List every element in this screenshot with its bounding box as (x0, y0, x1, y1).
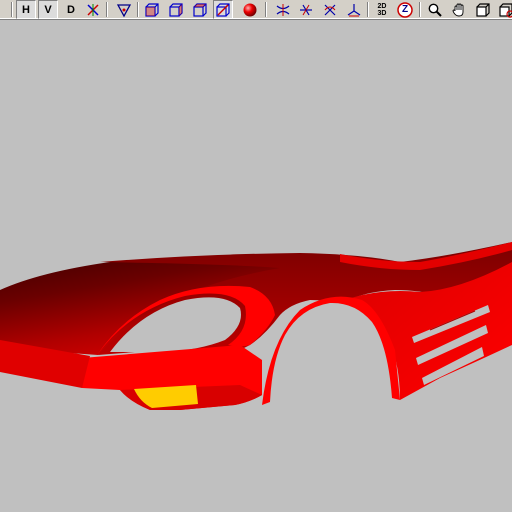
zoom-z-label: Z (401, 3, 409, 15)
zoom-button[interactable] (425, 0, 445, 19)
cube-top-icon (192, 2, 208, 18)
magnifier-icon (427, 2, 443, 18)
toolbar-separator (137, 2, 139, 17)
toolbar-separator (367, 2, 369, 17)
mode-3d-label: 3D (377, 9, 387, 17)
toolbar: H V D 2D 3D Z (0, 0, 512, 20)
3d-viewport[interactable] (0, 20, 512, 512)
zoom-extents-button[interactable]: Z (395, 0, 415, 19)
rotate-y-icon (298, 2, 314, 18)
hand-icon (451, 2, 467, 18)
render-shaded-button[interactable] (240, 0, 260, 19)
perspective-icon (116, 2, 132, 18)
shaded-sphere-icon (242, 2, 258, 18)
rotate-y-button[interactable] (296, 0, 316, 19)
rotate-free-button[interactable] (344, 0, 364, 19)
cube-top-button[interactable] (190, 0, 210, 19)
cube-hidden-line-icon (215, 2, 231, 18)
axes-icon-button[interactable] (83, 0, 103, 19)
cube-side-icon (168, 2, 184, 18)
cube-hidden-line-button[interactable] (213, 0, 233, 19)
box-zoom-icon (498, 2, 512, 18)
toolbar-separator (106, 2, 108, 17)
toolbar-separator (11, 2, 13, 17)
rotate-z-button[interactable] (320, 0, 340, 19)
toggle-2d-3d-icon: 2D 3D (378, 3, 387, 17)
view-diagonal-button[interactable]: D (61, 0, 81, 19)
toolbar-button-partial[interactable] (0, 0, 10, 19)
perspective-button[interactable] (114, 0, 134, 19)
axes-icon (85, 2, 101, 18)
rotate-x-icon (275, 2, 291, 18)
toggle-2d-3d-button[interactable]: 2D 3D (372, 0, 392, 19)
view-horizontal-button[interactable]: H (16, 0, 36, 19)
view-vertical-label: V (44, 3, 52, 16)
car-body-model (0, 242, 512, 423)
view-vertical-button[interactable]: V (38, 0, 58, 19)
view-horizontal-label: H (22, 3, 30, 16)
rotate-free-icon (346, 2, 362, 18)
pan-button[interactable] (449, 0, 469, 19)
view-diagonal-label: D (67, 3, 75, 16)
cad-viewer-window: H V D 2D 3D Z (0, 0, 512, 512)
rotate-x-button[interactable] (273, 0, 293, 19)
box-icon (475, 2, 491, 18)
cube-side-button[interactable] (166, 0, 186, 19)
view-box-zoom-button[interactable] (496, 0, 512, 19)
zoom-z-icon: Z (397, 1, 413, 18)
mode-2d-label: 2D (377, 2, 387, 10)
cube-front-icon (144, 2, 160, 18)
toolbar-separator (265, 2, 267, 17)
view-box-button[interactable] (473, 0, 493, 19)
rotate-z-icon (322, 2, 338, 18)
cube-front-button[interactable] (142, 0, 162, 19)
toolbar-separator (419, 2, 421, 17)
